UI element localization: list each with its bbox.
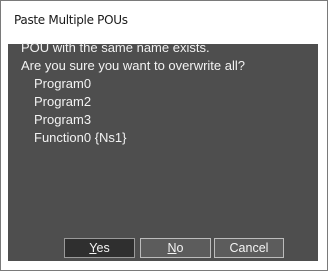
yes-button[interactable]: Yes: [64, 238, 135, 258]
cancel-button[interactable]: Cancel: [214, 238, 284, 258]
pou-item: Program2: [34, 94, 92, 109]
pou-item: Function0 {Ns1}: [34, 130, 127, 145]
cancel-label: Cancel: [229, 241, 269, 255]
dialog-title: Paste Multiple POUs: [14, 13, 128, 27]
no-accelerator: N: [167, 241, 177, 255]
dialog-message: POU with the same name exists. Are you s…: [21, 39, 245, 75]
no-label-rest: o: [176, 241, 184, 255]
pou-item: Program0: [34, 76, 92, 91]
dialog-titlebar: Paste Multiple POUs: [1, 1, 327, 44]
pou-list: Program0 Program2 Program3 Function0 {Ns…: [34, 75, 127, 147]
message-line-2: Are you sure you want to overwrite all?: [21, 58, 245, 73]
yes-accelerator: Y: [89, 241, 97, 255]
yes-label-rest: es: [96, 241, 110, 255]
pou-item: Program3: [34, 112, 92, 127]
message-line-1: POU with the same name exists.: [21, 40, 210, 55]
no-button[interactable]: No: [140, 238, 211, 258]
